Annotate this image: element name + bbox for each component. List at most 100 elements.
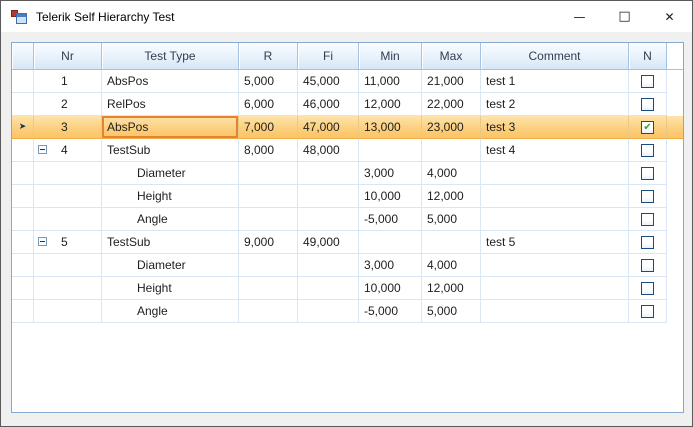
cell-comment[interactable]: test 5 — [481, 231, 629, 254]
cell-comment[interactable]: test 3 — [481, 116, 629, 139]
cell-fi[interactable] — [298, 300, 359, 323]
cell-r[interactable]: 9,000 — [239, 231, 298, 254]
cell-max[interactable]: 5,000 — [422, 208, 481, 231]
header-cell-r[interactable]: R — [239, 43, 298, 69]
checkbox-unchecked[interactable] — [641, 75, 654, 88]
cell-nr[interactable] — [34, 208, 102, 231]
cell-fi[interactable] — [298, 162, 359, 185]
header-cell-n[interactable]: N — [629, 43, 667, 69]
cell-r[interactable]: 8,000 — [239, 139, 298, 162]
cell-min[interactable]: 10,000 — [359, 185, 422, 208]
cell-n[interactable] — [629, 208, 667, 231]
cell-r[interactable] — [239, 277, 298, 300]
cell-max[interactable]: 21,000 — [422, 70, 481, 93]
cell-nr[interactable]: 4 — [34, 139, 102, 162]
cell-min[interactable]: -5,000 — [359, 300, 422, 323]
cell-fi[interactable]: 47,000 — [298, 116, 359, 139]
cell-row-indicator[interactable] — [12, 277, 34, 300]
cell-nr[interactable] — [34, 277, 102, 300]
cell-min[interactable] — [359, 231, 422, 254]
cell-min[interactable]: -5,000 — [359, 208, 422, 231]
cell-nr[interactable] — [34, 300, 102, 323]
cell-min[interactable]: 3,000 — [359, 254, 422, 277]
cell-max[interactable]: 22,000 — [422, 93, 481, 116]
cell-test-type[interactable]: Diameter — [102, 162, 239, 185]
checkbox-unchecked[interactable] — [641, 190, 654, 203]
cell-nr[interactable]: 1 — [34, 70, 102, 93]
cell-test-type[interactable]: Height — [102, 277, 239, 300]
cell-r[interactable]: 7,000 — [239, 116, 298, 139]
cell-test-type[interactable]: AbsPos — [102, 116, 239, 139]
cell-n[interactable] — [629, 231, 667, 254]
cell-max[interactable]: 23,000 — [422, 116, 481, 139]
cell-row-indicator[interactable] — [12, 93, 34, 116]
checkbox-unchecked[interactable] — [641, 259, 654, 272]
cell-min[interactable]: 10,000 — [359, 277, 422, 300]
cell-row-indicator[interactable]: ➤ — [12, 116, 34, 139]
collapse-icon[interactable] — [38, 145, 47, 154]
checkbox-unchecked[interactable] — [641, 144, 654, 157]
collapse-icon[interactable] — [38, 237, 47, 246]
cell-r[interactable] — [239, 208, 298, 231]
cell-n[interactable] — [629, 70, 667, 93]
cell-fi[interactable]: 45,000 — [298, 70, 359, 93]
cell-row-indicator[interactable] — [12, 300, 34, 323]
cell-n[interactable] — [629, 277, 667, 300]
close-button[interactable]: ✕ — [647, 1, 692, 32]
cell-comment[interactable]: test 2 — [481, 93, 629, 116]
cell-row-indicator[interactable] — [12, 185, 34, 208]
cell-fi[interactable]: 48,000 — [298, 139, 359, 162]
cell-nr[interactable]: 3 — [34, 116, 102, 139]
cell-comment[interactable] — [481, 162, 629, 185]
cell-n[interactable] — [629, 93, 667, 116]
header-cell-min[interactable]: Min — [359, 43, 422, 69]
cell-max[interactable]: 5,000 — [422, 300, 481, 323]
cell-min[interactable]: 12,000 — [359, 93, 422, 116]
cell-n[interactable] — [629, 254, 667, 277]
cell-comment[interactable] — [481, 208, 629, 231]
cell-fi[interactable]: 49,000 — [298, 231, 359, 254]
cell-test-type[interactable]: Diameter — [102, 254, 239, 277]
cell-min[interactable]: 13,000 — [359, 116, 422, 139]
cell-row-indicator[interactable] — [12, 162, 34, 185]
cell-r[interactable] — [239, 254, 298, 277]
header-cell-max[interactable]: Max — [422, 43, 481, 69]
cell-row-indicator[interactable] — [12, 208, 34, 231]
cell-row-indicator[interactable] — [12, 139, 34, 162]
cell-nr[interactable] — [34, 254, 102, 277]
cell-comment[interactable] — [481, 277, 629, 300]
cell-comment[interactable]: test 4 — [481, 139, 629, 162]
cell-test-type[interactable]: AbsPos — [102, 70, 239, 93]
cell-fi[interactable] — [298, 208, 359, 231]
cell-min[interactable]: 11,000 — [359, 70, 422, 93]
header-cell-nr[interactable]: Nr — [34, 43, 102, 69]
cell-max[interactable]: 12,000 — [422, 277, 481, 300]
cell-row-indicator[interactable] — [12, 70, 34, 93]
cell-r[interactable] — [239, 162, 298, 185]
cell-test-type[interactable]: RelPos — [102, 93, 239, 116]
cell-comment[interactable] — [481, 300, 629, 323]
cell-comment[interactable] — [481, 185, 629, 208]
cell-r[interactable]: 5,000 — [239, 70, 298, 93]
cell-test-type[interactable]: Angle — [102, 300, 239, 323]
cell-r[interactable]: 6,000 — [239, 93, 298, 116]
checkbox-unchecked[interactable] — [641, 282, 654, 295]
cell-nr[interactable]: 5 — [34, 231, 102, 254]
cell-fi[interactable] — [298, 277, 359, 300]
cell-nr[interactable] — [34, 185, 102, 208]
cell-max[interactable]: 4,000 — [422, 254, 481, 277]
maximize-button[interactable]: □ — [602, 1, 647, 32]
cell-test-type[interactable]: TestSub — [102, 139, 239, 162]
cell-test-type[interactable]: TestSub — [102, 231, 239, 254]
cell-r[interactable] — [239, 300, 298, 323]
cell-fi[interactable] — [298, 185, 359, 208]
cell-n[interactable] — [629, 162, 667, 185]
cell-max[interactable] — [422, 231, 481, 254]
header-cell-test-type[interactable]: Test Type — [102, 43, 239, 69]
checkbox-unchecked[interactable] — [641, 98, 654, 111]
checkbox-checked[interactable]: ✔ — [641, 121, 654, 134]
cell-fi[interactable] — [298, 254, 359, 277]
cell-max[interactable]: 12,000 — [422, 185, 481, 208]
checkbox-unchecked[interactable] — [641, 167, 654, 180]
cell-comment[interactable]: test 1 — [481, 70, 629, 93]
